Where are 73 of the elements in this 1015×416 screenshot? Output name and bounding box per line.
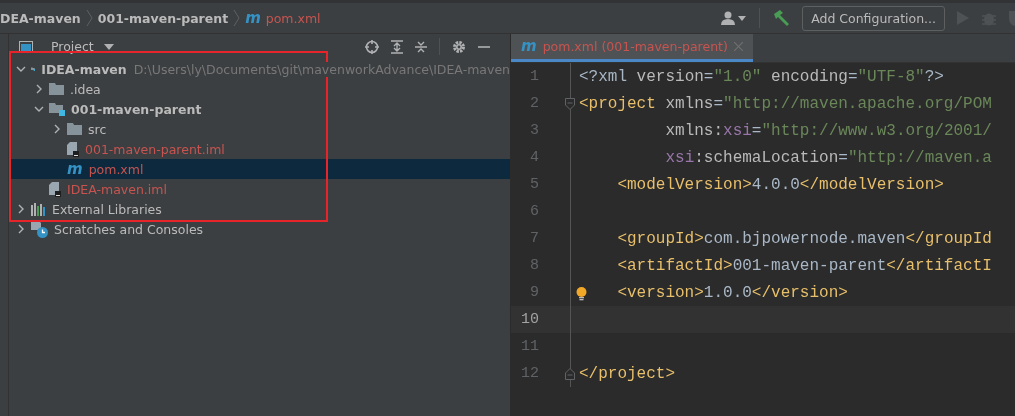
code-line: <project xmlns="http://maven.apache.org/POM xyxy=(579,94,992,113)
tree-item[interactable]: Scratches and Consoles xyxy=(9,219,510,239)
line-number: 5 xyxy=(529,176,539,193)
minimize-icon[interactable] xyxy=(478,44,490,49)
tree-item[interactable]: src xyxy=(9,119,510,139)
project-path: D:\Users\ly\Documents\git\mavenworkAdvance\IDEA-maven xyxy=(133,61,510,77)
add-configuration-button[interactable]: Add Configuration... xyxy=(802,5,945,31)
expand-all-icon[interactable] xyxy=(391,39,403,54)
tree-item-label: External Libraries xyxy=(52,201,162,217)
line-number: 1 xyxy=(529,68,539,85)
chevron-icon[interactable] xyxy=(16,64,26,74)
locate-icon[interactable] xyxy=(365,39,379,54)
code-line: <artifactId>001-maven-parent</artifactI xyxy=(617,256,992,275)
line-number: 12 xyxy=(520,365,539,382)
hammer-icon[interactable] xyxy=(772,10,791,26)
maven-icon: m xyxy=(67,161,83,177)
panel-title[interactable]: Project xyxy=(51,39,94,54)
line-number: 2 xyxy=(529,95,539,112)
tree-item-label: 001-maven-parent.iml xyxy=(85,141,225,157)
chevron-icon[interactable] xyxy=(34,84,44,94)
code-line: </project> xyxy=(579,364,675,383)
chevron-icon[interactable] xyxy=(16,224,26,234)
folder-icon xyxy=(67,123,82,135)
tree-item[interactable]: IDEA-maven D:\Users\ly\Documents\git\mavenworkAdvance\IDEA-maven xyxy=(9,59,510,79)
fold-marker-icon[interactable] xyxy=(565,367,575,380)
line-number: 3 xyxy=(529,122,539,139)
tree-item-label: Scratches and Consoles xyxy=(54,221,204,237)
chevron-icon[interactable] xyxy=(16,204,26,214)
line-number: 7 xyxy=(529,230,539,247)
chevron-icon xyxy=(85,9,93,27)
tree-item[interactable]: m pom.xml xyxy=(9,159,510,179)
code-line: <?xml version="1.0" encoding="UTF-8"?> xyxy=(579,67,944,86)
maven-icon: m xyxy=(245,10,261,26)
chevron-icon[interactable] xyxy=(34,104,44,114)
dropdown-caret-icon[interactable] xyxy=(103,43,114,50)
libraries-icon xyxy=(31,202,46,216)
collapse-all-icon[interactable] xyxy=(415,39,427,54)
chevron-icon[interactable] xyxy=(52,124,62,134)
line-number: 9 xyxy=(529,284,539,301)
tree-item[interactable]: .idea xyxy=(9,79,510,99)
code-line: xmlns:xsi="http://www.w3.org/2001/ xyxy=(665,121,992,140)
tree-item[interactable]: 001-maven-parent xyxy=(9,99,510,119)
code-line: <version>1.0.0</version> xyxy=(617,283,848,302)
code-line: xsi:schemaLocation="http://maven.a xyxy=(665,148,992,167)
line-number: 4 xyxy=(529,149,539,166)
tree-item[interactable]: External Libraries xyxy=(9,199,510,219)
tree-item-label: pom.xml xyxy=(88,161,144,177)
tree-item-label: src xyxy=(88,121,107,137)
maven-icon: m xyxy=(521,39,537,54)
line-number: 11 xyxy=(520,338,539,355)
module-folder-icon xyxy=(49,102,65,116)
tab-label: pom.xml (001-maven-parent) xyxy=(542,39,728,54)
scratches-icon xyxy=(31,220,48,238)
lightbulb-icon[interactable] xyxy=(576,286,587,301)
tree-item-label: 001-maven-parent xyxy=(71,101,202,117)
file-icon xyxy=(67,141,79,157)
line-number: 10 xyxy=(520,311,539,328)
folder-icon xyxy=(49,83,64,95)
tree-item-label: IDEA-maven xyxy=(41,61,127,77)
panel-icon xyxy=(19,40,33,53)
code-line: <modelVersion>4.0.0</modelVersion> xyxy=(617,175,944,194)
tree-item-label: .idea xyxy=(70,81,101,97)
settings-icon[interactable] xyxy=(452,39,466,54)
code-line: <groupId>com.bjpowernode.maven</groupId xyxy=(617,229,992,248)
user-icon[interactable] xyxy=(721,11,748,25)
breadcrumb-item[interactable]: DEA-maven xyxy=(0,10,81,26)
tree-item-label: IDEA-maven.iml xyxy=(67,181,167,197)
file-icon xyxy=(49,181,61,197)
chevron-icon xyxy=(233,9,241,27)
fold-marker-icon[interactable] xyxy=(565,97,575,110)
line-number: 6 xyxy=(529,203,539,220)
line-number: 8 xyxy=(529,257,539,274)
breadcrumb-item[interactable]: 001-maven-parent xyxy=(97,10,229,26)
